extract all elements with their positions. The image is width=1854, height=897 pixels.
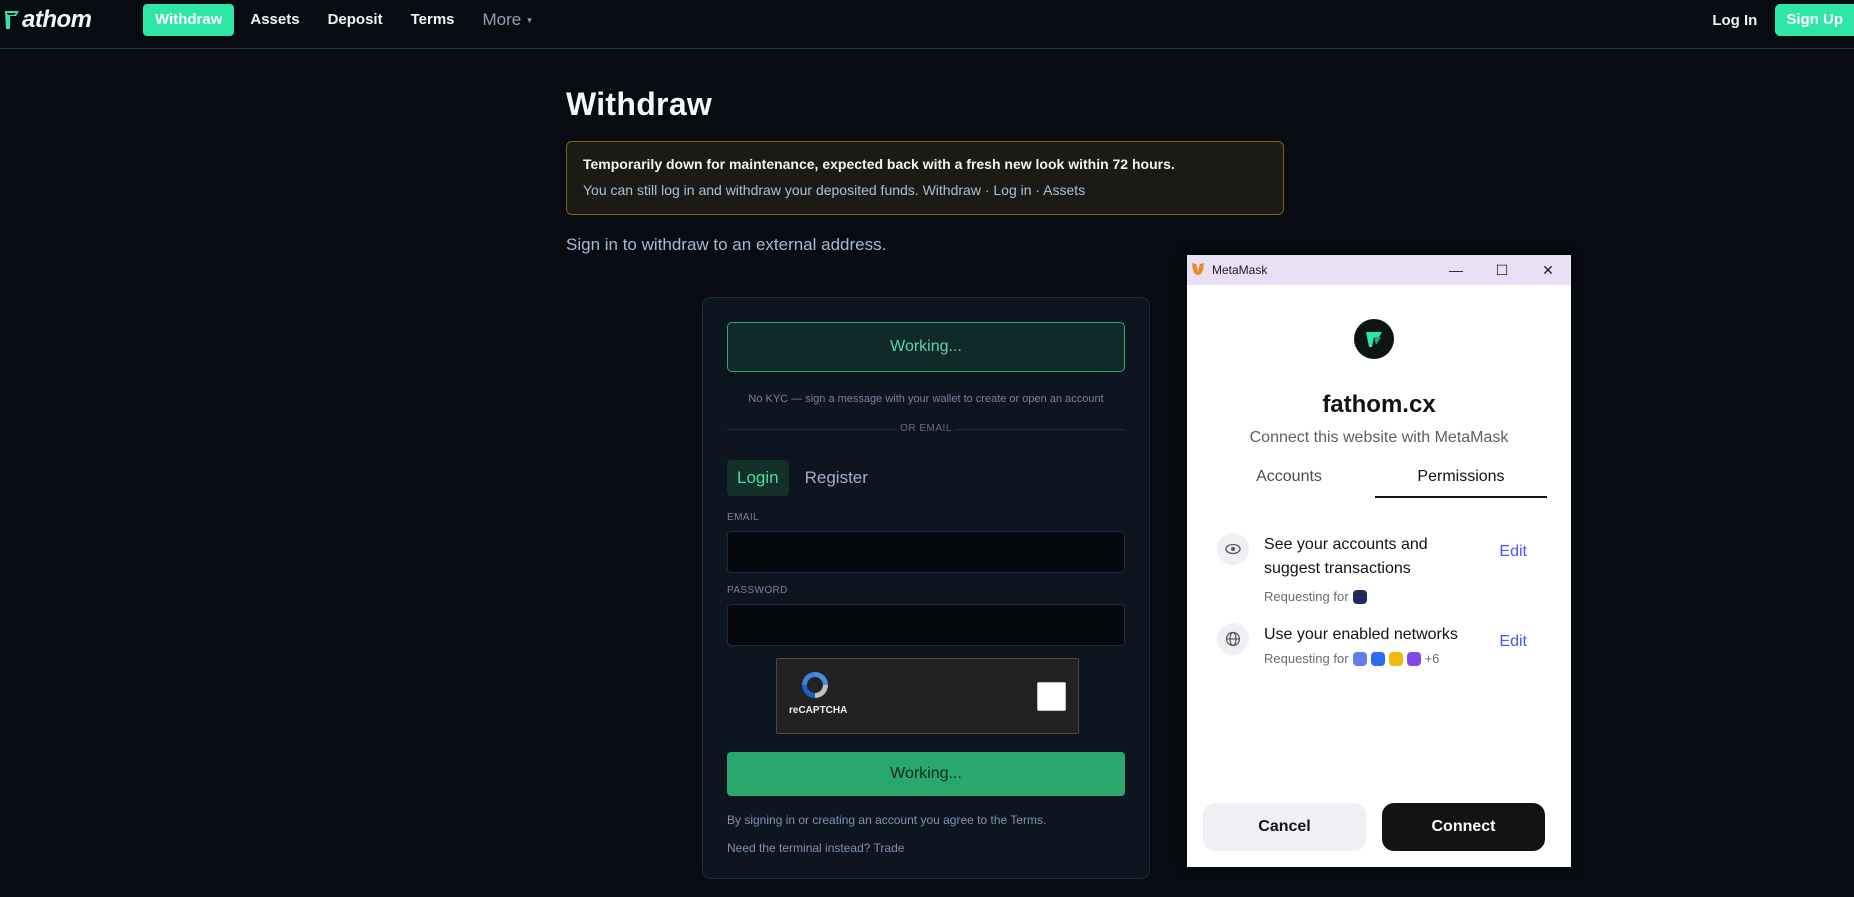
- nav-deposit[interactable]: Deposit: [314, 4, 397, 36]
- login-link[interactable]: Log In: [1694, 12, 1775, 29]
- nav-assets[interactable]: Assets: [236, 4, 313, 36]
- page-title: Withdraw: [566, 86, 713, 122]
- email-label: EMAIL: [727, 512, 760, 523]
- nav-more-label: More: [482, 10, 522, 29]
- notice-detail: You can still log in and withdraw your d…: [583, 182, 1086, 198]
- eye-icon: [1217, 533, 1249, 565]
- close-icon[interactable]: ✕: [1525, 255, 1571, 285]
- requesting-label: Requesting for: [1264, 651, 1349, 666]
- notice-headline: Temporarily down for maintenance, expect…: [583, 156, 1175, 172]
- tab-login[interactable]: Login: [727, 460, 789, 496]
- metamask-popup: MetaMask — ☐ ✕ fathom.cx Connect this we…: [1187, 255, 1571, 867]
- fathom-logo-icon: [5, 11, 19, 29]
- polygon-network-icon: [1406, 651, 1421, 666]
- auth-card: Working... No KYC — sign a message with …: [702, 297, 1150, 879]
- nav-terms[interactable]: Terms: [397, 4, 469, 36]
- linea-network-icon: [1370, 651, 1385, 666]
- submit-button[interactable]: Working...: [727, 752, 1125, 796]
- fathom-logo[interactable]: athom: [4, 6, 92, 33]
- extra-networks-count: +6: [1424, 651, 1440, 666]
- edit-networks-link[interactable]: Edit: [1499, 633, 1527, 651]
- nav-withdraw[interactable]: Withdraw: [143, 4, 235, 36]
- auth-links: Log In Sign Up: [1694, 4, 1854, 36]
- connect-subtitle: Connect this website with MetaMask: [1249, 429, 1509, 446]
- main-nav: Withdraw Assets Deposit Terms More ▾: [143, 4, 546, 36]
- kyc-note: No KYC — sign a message with your wallet…: [748, 393, 1104, 405]
- ethereum-network-icon: [1352, 651, 1367, 666]
- bnb-network-icon: [1388, 651, 1403, 666]
- page-subtitle: Sign in to withdraw to an external addre…: [566, 235, 887, 254]
- nav-more-dropdown[interactable]: More ▾: [469, 4, 546, 36]
- maximize-icon[interactable]: ☐: [1479, 255, 1525, 285]
- permission-title: Use your enabled networks: [1264, 626, 1458, 643]
- account-avatar-icon: [1352, 589, 1367, 604]
- permission-requesting: Requesting for +6: [1264, 651, 1439, 666]
- site-favicon-icon: [1354, 319, 1394, 359]
- connect-button[interactable]: Connect: [1382, 803, 1545, 851]
- maintenance-notice: Temporarily down for maintenance, expect…: [566, 141, 1284, 215]
- globe-icon: [1217, 623, 1249, 655]
- recaptcha-widget: reCAPTCHA: [776, 658, 1079, 734]
- cancel-button[interactable]: Cancel: [1203, 803, 1366, 851]
- tab-accounts[interactable]: Accounts: [1203, 461, 1375, 496]
- metamask-tabs: Accounts Permissions: [1203, 461, 1547, 498]
- caret-down-icon: ▾: [527, 15, 532, 25]
- wallet-connect-button[interactable]: Working...: [727, 322, 1125, 372]
- permission-networks: Use your enabled networks Requesting for…: [1217, 623, 1547, 673]
- permission-requesting: Requesting for: [1264, 589, 1367, 604]
- password-label: PASSWORD: [727, 585, 788, 596]
- password-field[interactable]: [727, 604, 1125, 646]
- requesting-label: Requesting for: [1264, 589, 1349, 604]
- minimize-icon[interactable]: —: [1433, 255, 1479, 285]
- signup-button[interactable]: Sign Up: [1775, 4, 1854, 36]
- metamask-window-title: MetaMask: [1212, 263, 1268, 277]
- recaptcha-label: reCAPTCHA: [789, 705, 848, 716]
- permission-accounts: See your accounts and suggest transactio…: [1217, 533, 1547, 604]
- tab-permissions[interactable]: Permissions: [1375, 461, 1547, 498]
- recaptcha-logo-icon: [802, 672, 828, 698]
- logo-text: athom: [22, 6, 92, 33]
- fathom-site-icon: [1366, 332, 1382, 347]
- metamask-fox-icon: [1191, 263, 1205, 275]
- tab-register[interactable]: Register: [795, 460, 878, 496]
- permission-title: See your accounts and suggest transactio…: [1264, 536, 1428, 577]
- terms-note[interactable]: By signing in or creating an account you…: [727, 813, 1046, 827]
- or-email-divider: OR EMAIL: [727, 422, 1125, 436]
- metamask-titlebar: MetaMask — ☐ ✕: [1187, 255, 1571, 285]
- edit-accounts-link[interactable]: Edit: [1499, 543, 1527, 561]
- divider-line-right: [955, 429, 1125, 430]
- email-field[interactable]: [727, 531, 1125, 573]
- top-navigation-bar: athom Withdraw Assets Deposit Terms More…: [0, 0, 1854, 49]
- auth-tabs: Login Register: [727, 460, 878, 496]
- recaptcha-checkbox[interactable]: [1037, 682, 1066, 711]
- site-name: fathom.cx: [1322, 391, 1436, 418]
- terminal-note[interactable]: Need the terminal instead? Trade: [727, 841, 904, 855]
